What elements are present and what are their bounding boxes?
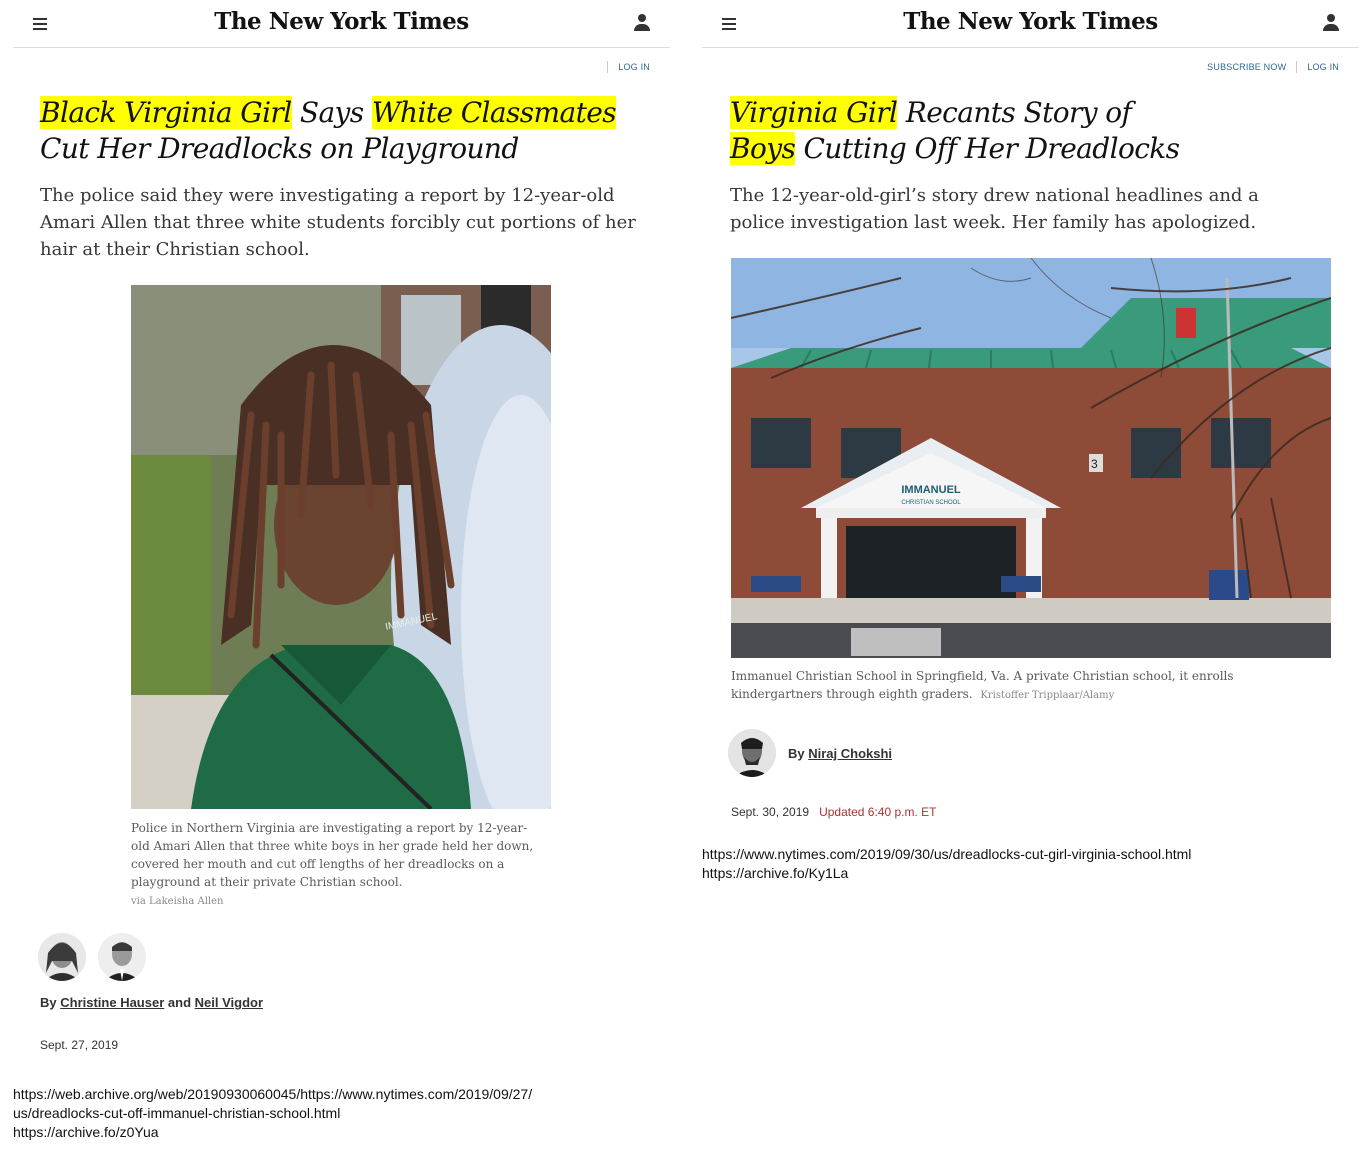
highlighted-phrase: Black Virginia Girl [40,96,292,129]
article-photo: 3 IMMANUEL CHRISTIAN SCHOOL [731,258,1331,658]
nyt-logo[interactable]: The New York Times [702,8,1359,35]
subscribe-link[interactable]: SUBSCRIBE NOW [1197,62,1296,72]
author-link[interactable]: Neil Vigdor [195,995,263,1010]
updated-timestamp: Updated 6:40 p.m. ET [819,805,937,819]
school-sign-name: IMMANUEL [901,484,961,496]
source-url[interactable]: https://archive.fo/Ky1La [702,864,1191,883]
article-photo: IMMANUEL [131,285,551,809]
user-account-icon[interactable] [634,14,650,32]
account-bar: SUBSCRIBE NOW LOG IN [702,48,1359,98]
left-article-panel: The New York Times LOG IN Black Virginia… [13,0,670,1052]
author-avatar[interactable] [38,933,86,981]
user-account-icon[interactable] [1323,14,1339,32]
source-url[interactable]: us/dreadlocks-cut-off-immanuel-christian… [13,1104,532,1123]
author-avatar[interactable] [98,933,146,981]
article-headline: Virginia Girl Recants Story of Boys Cutt… [730,96,1180,165]
article-headline: Black Virginia Girl Says White Classmate… [40,96,617,165]
photo-caption: Immanuel Christian School in Springfield… [731,669,1234,701]
left-source-urls: https://web.archive.org/web/201909300600… [13,1085,532,1142]
article-summary: The 12-year-old-girl’s story drew nation… [730,185,1259,233]
author-link[interactable]: Christine Hauser [60,995,164,1010]
nyt-header: The New York Times [702,0,1359,48]
log-in-link[interactable]: LOG IN [608,62,650,72]
photo-caption: Police in Northern Virginia are investig… [131,821,534,907]
highlighted-phrase: White Classmates [371,96,617,129]
account-bar: LOG IN [13,48,670,98]
article-byline: By Niraj Chokshi [788,746,893,761]
publish-date: Sept. 27, 2019 [40,1038,119,1052]
right-article-panel: The New York Times SUBSCRIBE NOW LOG IN … [702,0,1359,819]
source-url[interactable]: https://web.archive.org/web/201909300600… [13,1085,532,1104]
school-sign-subtitle: CHRISTIAN SCHOOL [901,500,961,506]
author-link[interactable]: Niraj Chokshi [808,746,892,761]
log-in-link[interactable]: LOG IN [1297,62,1339,72]
nyt-logo[interactable]: The New York Times [13,8,670,35]
source-url[interactable]: https://www.nytimes.com/2019/09/30/us/dr… [702,845,1191,864]
highlighted-phrase: Virginia Girl [730,96,898,129]
nyt-header: The New York Times [13,0,670,48]
photo-credit: via Lakeisha Allen [131,896,224,907]
building-number: 3 [1091,457,1098,471]
source-url[interactable]: https://archive.fo/z0Yua [13,1123,532,1142]
publish-date: Sept. 30, 2019 Updated 6:40 p.m. ET [731,805,937,819]
highlighted-phrase: Boys [730,132,796,165]
right-source-urls: https://www.nytimes.com/2019/09/30/us/dr… [702,845,1191,883]
photo-credit: Kristoffer Tripplaar/Alamy [980,690,1115,701]
author-avatar[interactable] [728,729,776,777]
article-summary: The police said they were investigating … [40,185,636,260]
article-byline: By Christine Hauser and Neil Vigdor [40,995,264,1010]
